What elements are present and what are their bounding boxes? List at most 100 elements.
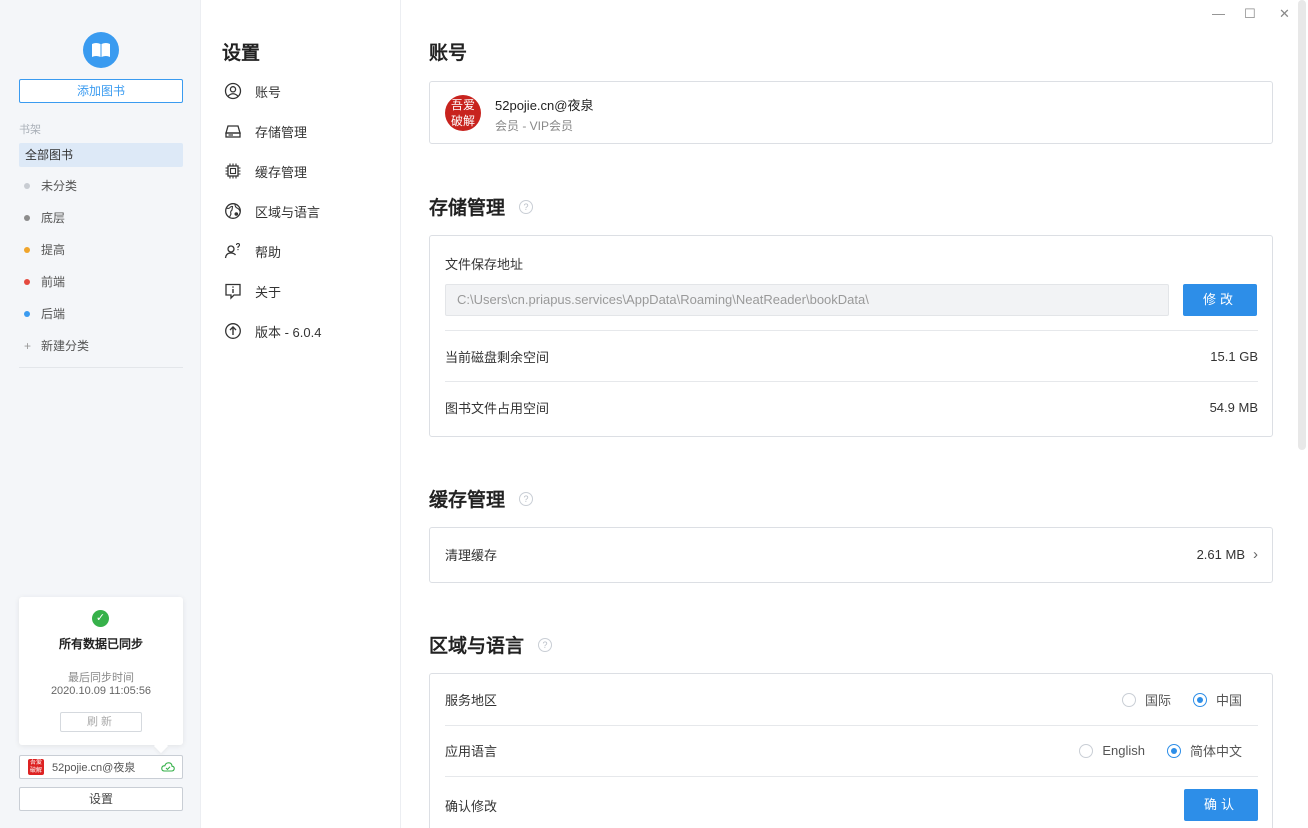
radio-off-icon bbox=[1121, 692, 1136, 707]
nav-item-label: 版本 - 6.0.4 bbox=[255, 324, 322, 340]
sync-status-title: 所有数据已同步 bbox=[58, 637, 143, 651]
category-label: 未分类 bbox=[41, 179, 78, 193]
cache-card[interactable]: 清理缓存 2.61 MB › bbox=[429, 527, 1273, 583]
shelf-item-all-books[interactable]: 全部图书 bbox=[19, 143, 183, 167]
radio-on-icon bbox=[1166, 743, 1181, 758]
shelf-item-category[interactable]: 后端 bbox=[24, 304, 65, 324]
path-label-row: 文件保存地址 bbox=[445, 254, 1258, 273]
shelf-heading: 书架 bbox=[19, 124, 41, 136]
nav-item-label: 缓存管理 bbox=[255, 164, 308, 180]
nav-item-label: 关于 bbox=[255, 284, 282, 300]
settings-content: — ☐ ✕ 账号 吾爱 破解 52pojie.cn@夜泉 会员 - VIP会员 存… bbox=[401, 0, 1308, 828]
storage-icon bbox=[223, 121, 243, 141]
nav-item-region-language[interactable]: 区域与语言 bbox=[223, 200, 320, 222]
cache-icon bbox=[223, 161, 243, 181]
category-dot-icon bbox=[24, 183, 30, 189]
account-level: 会员 - VIP会员 bbox=[495, 119, 574, 133]
books-size-value: 54.9 MB bbox=[1209, 400, 1258, 415]
account-card[interactable]: 吾爱 破解 52pojie.cn@夜泉 会员 - VIP会员 bbox=[429, 81, 1273, 144]
storage-card: 文件保存地址 C:\Users\cn.priapus.services\AppD… bbox=[429, 235, 1273, 437]
path-label: 文件保存地址 bbox=[445, 257, 524, 272]
radio-international[interactable]: 国际 bbox=[1121, 690, 1171, 709]
radio-label: 简体中文 bbox=[1189, 744, 1242, 759]
section-title-text: 缓存管理 bbox=[429, 490, 506, 511]
scrollbar-thumb[interactable] bbox=[1298, 0, 1306, 450]
plus-icon: + bbox=[24, 339, 32, 353]
section-title-text: 账号 bbox=[429, 43, 468, 64]
refresh-button[interactable]: 刷新 bbox=[60, 712, 142, 732]
modify-path-button[interactable]: 修改 bbox=[1183, 284, 1257, 316]
last-sync-time: 2020.10.09 11:05:56 bbox=[50, 685, 152, 697]
nav-item-cache[interactable]: 缓存管理 bbox=[223, 160, 307, 182]
divider bbox=[19, 367, 183, 368]
category-label: 前端 bbox=[41, 275, 66, 289]
account-avatar: 吾爱 破解 bbox=[445, 95, 481, 131]
radio-english[interactable]: English bbox=[1079, 743, 1145, 758]
disk-free-label: 当前磁盘剩余空间 bbox=[445, 350, 550, 365]
confirm-row: 确认修改 bbox=[445, 796, 1258, 815]
radio-simplified-chinese[interactable]: 简体中文 bbox=[1166, 741, 1242, 760]
question-icon[interactable]: ? bbox=[519, 491, 534, 506]
nav-item-account[interactable]: 账号 bbox=[223, 80, 281, 102]
user-avatar: 吾爱 破解 bbox=[28, 759, 44, 775]
clear-cache-label: 清理缓存 bbox=[445, 548, 498, 563]
sync-status-popover: ✓ 所有数据已同步 最后同步时间 2020.10.09 11:05:56 刷新 bbox=[19, 597, 183, 745]
category-dot-icon bbox=[24, 247, 30, 253]
nav-item-label: 帮助 bbox=[255, 244, 282, 260]
confirm-button[interactable]: 确认 bbox=[1184, 789, 1258, 821]
category-label: 后端 bbox=[41, 307, 66, 321]
nav-item-label: 区域与语言 bbox=[255, 204, 321, 220]
divider bbox=[445, 725, 1258, 726]
category-dot-icon bbox=[24, 215, 30, 221]
nav-item-help[interactable]: 帮助 bbox=[223, 240, 281, 262]
cloud-sync-icon bbox=[161, 762, 175, 772]
radio-china[interactable]: 中国 bbox=[1192, 690, 1242, 709]
close-icon[interactable]: ✕ bbox=[1279, 6, 1290, 22]
radio-label: English bbox=[1102, 743, 1145, 758]
question-icon[interactable]: ? bbox=[519, 199, 534, 214]
clear-cache-row[interactable]: 清理缓存 2.61 MB › bbox=[445, 545, 1258, 564]
radio-on-icon bbox=[1192, 692, 1207, 707]
books-size-label: 图书文件占用空间 bbox=[445, 401, 550, 416]
new-category-button[interactable]: + 新建分类 bbox=[24, 336, 89, 356]
service-region-radio-group: 国际 中国 bbox=[1100, 690, 1258, 709]
add-book-button[interactable]: 添加图书 bbox=[19, 79, 183, 103]
divider bbox=[445, 381, 1258, 382]
settings-button[interactable]: 设置 bbox=[19, 787, 183, 811]
nav-item-version[interactable]: 版本 - 6.0.4 bbox=[223, 320, 321, 342]
divider bbox=[445, 330, 1258, 331]
last-sync-label: 最后同步时间 bbox=[68, 672, 134, 684]
minimize-icon[interactable]: — bbox=[1212, 6, 1225, 21]
nav-item-storage[interactable]: 存储管理 bbox=[223, 120, 307, 142]
section-title-region: 区域与语言 ? bbox=[429, 631, 553, 658]
account-name: 52pojie.cn@夜泉 bbox=[495, 98, 594, 113]
region-card: 服务地区 国际 中国 应用语言 English 简体中文 确认修改 bbox=[429, 673, 1273, 828]
settings-nav: 设置 账号 存储管理 缓存管理 区域与语言 帮助 关于 版本 - 6.0.4 bbox=[201, 0, 401, 828]
section-title-account: 账号 bbox=[429, 38, 467, 65]
user-chip-name: 52pojie.cn@夜泉 bbox=[52, 762, 136, 774]
nav-item-label: 账号 bbox=[255, 84, 282, 100]
cache-size-value: 2.61 MB bbox=[1196, 547, 1245, 562]
disk-free-value: 15.1 GB bbox=[1210, 349, 1258, 364]
shelf-item-category[interactable]: 前端 bbox=[24, 272, 65, 292]
category-label: 底层 bbox=[41, 211, 66, 225]
nav-item-about[interactable]: 关于 bbox=[223, 280, 281, 302]
globe-icon bbox=[223, 201, 243, 221]
app-language-row: 应用语言 English 简体中文 bbox=[445, 741, 1258, 760]
help-person-icon bbox=[223, 241, 243, 261]
shelf-item-category[interactable]: 未分类 bbox=[24, 176, 77, 196]
service-region-label: 服务地区 bbox=[445, 693, 498, 708]
app-logo-book-icon bbox=[83, 32, 119, 68]
settings-title: 设置 bbox=[222, 43, 261, 64]
shelf-item-category[interactable]: 底层 bbox=[24, 208, 65, 228]
maximize-icon[interactable]: ☐ bbox=[1244, 6, 1256, 22]
shelf-item-category[interactable]: 提高 bbox=[24, 240, 65, 260]
about-icon bbox=[223, 281, 243, 301]
question-icon[interactable]: ? bbox=[538, 637, 553, 652]
section-title-cache: 缓存管理 ? bbox=[429, 485, 534, 512]
category-label: 提高 bbox=[41, 243, 66, 257]
version-upgrade-icon bbox=[223, 321, 243, 341]
user-account-chip[interactable]: 吾爱 破解 52pojie.cn@夜泉 bbox=[19, 755, 183, 779]
radio-label: 国际 bbox=[1144, 693, 1171, 708]
chevron-right-icon: › bbox=[1253, 546, 1258, 563]
